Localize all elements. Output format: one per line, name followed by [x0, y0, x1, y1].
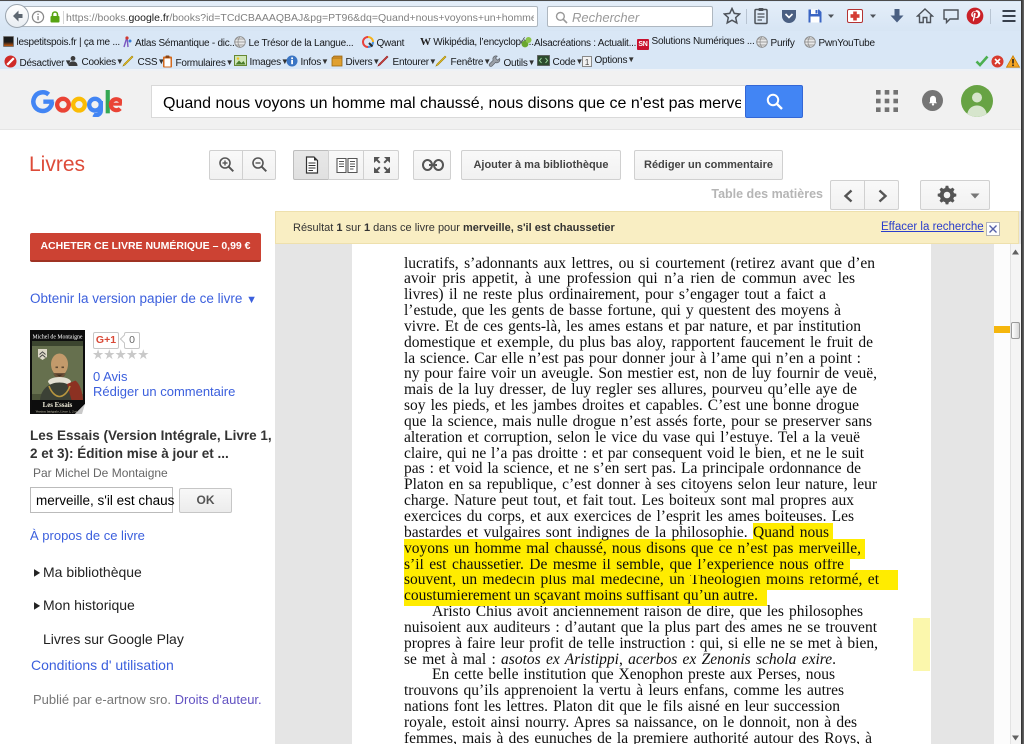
svg-text:Les Essais: Les Essais	[43, 402, 73, 409]
svg-text:Michel de Montaigne: Michel de Montaigne	[33, 335, 83, 341]
svg-text:Version Intégrale, Livre 1, 2: Version Intégrale, Livre 1, 2 et 3	[35, 409, 79, 414]
